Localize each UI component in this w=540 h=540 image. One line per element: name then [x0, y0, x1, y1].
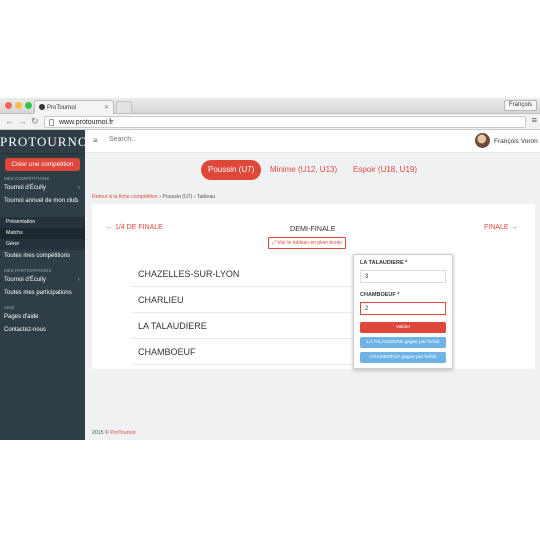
sidebar-item-label: Tournoi annuel de mon club	[4, 198, 78, 204]
fullscreen-button[interactable]: ⤢ Voir le tableau en plein écran	[268, 237, 346, 249]
sidebar-item-all-participations[interactable]: Toutes mes participations	[0, 287, 85, 300]
browser-toolbar: ← → ↻ www.protournoi.fr ≡	[0, 114, 540, 130]
breadcrumb-separator: ›	[193, 194, 196, 200]
tab-close-icon[interactable]: ✕	[104, 104, 109, 111]
team1-score-input[interactable]: 3	[360, 270, 446, 283]
tab-poussin[interactable]: Poussin (U7)	[201, 160, 262, 180]
search-input[interactable]: Search..	[109, 136, 135, 143]
sidebar: PROTOURNOI Créer une compétition MES COM…	[0, 130, 93, 440]
minimize-window-button[interactable]	[15, 102, 22, 109]
forward-arrow-icon[interactable]: →	[18, 116, 27, 127]
team2-score-input[interactable]: 2	[360, 302, 446, 315]
footer-copyright: 2015 ©	[92, 430, 109, 436]
address-bar[interactable]: www.protournoi.fr	[44, 116, 526, 128]
tab-minime[interactable]: Minime (U12, U13)	[270, 160, 337, 180]
create-competition-button[interactable]: Créer une compétition	[5, 158, 80, 171]
tab-title: ProTournoi	[47, 105, 77, 111]
footer: 2015 © ProTournoi	[92, 430, 135, 436]
sidebar-subitem-matchs[interactable]: Matchs	[0, 228, 85, 239]
browser-profile-button[interactable]: François	[503, 100, 537, 111]
main-content: Poussin (U7) Minime (U12, U13) Espoir (U…	[85, 153, 540, 440]
category-tabs: Poussin (U7) Minime (U12, U13) Espoir (U…	[85, 160, 540, 180]
tab-espoir[interactable]: Espoir (U18, U19)	[353, 160, 417, 180]
new-tab-button[interactable]	[116, 101, 132, 113]
footer-brand-link[interactable]: ProTournoi	[110, 430, 135, 436]
validate-button[interactable]: Valider	[360, 322, 446, 333]
forfeit-team1-button[interactable]: LA TALAUDIERE gagne par forfait	[360, 337, 446, 348]
breadcrumb-separator: ›	[159, 194, 161, 200]
section-header-help: AIDE	[4, 305, 15, 310]
reload-icon[interactable]: ↻	[31, 116, 39, 127]
breadcrumb: Retour à la fiche compétition › Poussin …	[92, 194, 215, 200]
chevron-left-icon: ‹	[78, 185, 80, 191]
breadcrumb-category[interactable]: Poussin (U7)	[162, 194, 192, 200]
close-window-button[interactable]	[5, 102, 12, 109]
chevron-down-icon: ⌄	[74, 198, 80, 204]
sidebar-item-tournoi-annuel[interactable]: Tournoi annuel de mon club ⌄	[0, 195, 85, 217]
user-menu[interactable]: François Voron ⌄	[494, 137, 540, 145]
page-icon	[49, 119, 54, 126]
section-header-competitions: MES COMPÉTITIONS	[4, 176, 50, 181]
sidebar-item-contact[interactable]: Contactez-nous	[0, 324, 85, 337]
browser-tab[interactable]: ProTournoi ✕	[34, 100, 114, 114]
round-title: DEMI-FINALE	[290, 224, 336, 233]
browser-menu-icon[interactable]: ≡	[532, 115, 537, 125]
team1-score-label: LA TALAUDIERE *	[360, 260, 408, 266]
browser-window: ProTournoi ✕ François ← → ↻ www.protourn…	[0, 98, 540, 440]
sidebar-item-label: Tournoi d'Écully	[4, 277, 46, 283]
team2-score-label: CHAMBOEUF *	[360, 292, 400, 298]
sidebar-item-all-competitions[interactable]: Toutes mes compétitions	[0, 250, 85, 263]
hamburger-menu-icon[interactable]: ≡	[93, 136, 98, 145]
previous-round-link[interactable]: ← 1/4 DE FINALE	[106, 224, 163, 231]
url-text: www.protournoi.fr	[59, 119, 114, 126]
chevron-left-icon: ‹	[78, 277, 80, 283]
breadcrumb-current: Tableau	[196, 194, 216, 200]
bracket-panel: ← 1/4 DE FINALE DEMI-FINALE FINALE → ⤢ V…	[92, 204, 535, 369]
next-round-link[interactable]: FINALE →	[484, 224, 517, 231]
logo[interactable]: PROTOURNOI	[0, 130, 93, 154]
sidebar-item-tournoi-ecully[interactable]: Tournoi d'Écully ‹	[0, 182, 85, 195]
section-header-participations: MES PARTICIPATIONS	[4, 268, 52, 273]
sidebar-subitem-presentation[interactable]: Présentation	[0, 217, 85, 228]
sidebar-subitem-gerer[interactable]: Gérer	[0, 239, 85, 250]
browser-titlebar: ProTournoi ✕ François	[0, 98, 540, 114]
breadcrumb-back-link[interactable]: Retour à la fiche compétition	[92, 194, 158, 200]
avatar[interactable]	[475, 133, 490, 148]
sidebar-item-help-pages[interactable]: Pages d'aide	[0, 311, 85, 324]
sidebar-item-tournoi-ecully-participation[interactable]: Tournoi d'Écully ‹	[0, 274, 85, 287]
forfeit-team2-button[interactable]: CHAMBOEUF gagne par forfait	[360, 352, 446, 363]
score-popover: LA TALAUDIERE * 3 CHAMBOEUF * 2 Valider …	[353, 254, 453, 369]
favicon-icon	[39, 104, 45, 110]
top-bar: ≡ Search.. François Voron ⌄	[85, 130, 540, 153]
back-arrow-icon[interactable]: ←	[5, 116, 14, 127]
maximize-window-button[interactable]	[25, 102, 32, 109]
sidebar-item-label: Tournoi d'Écully	[4, 185, 46, 191]
